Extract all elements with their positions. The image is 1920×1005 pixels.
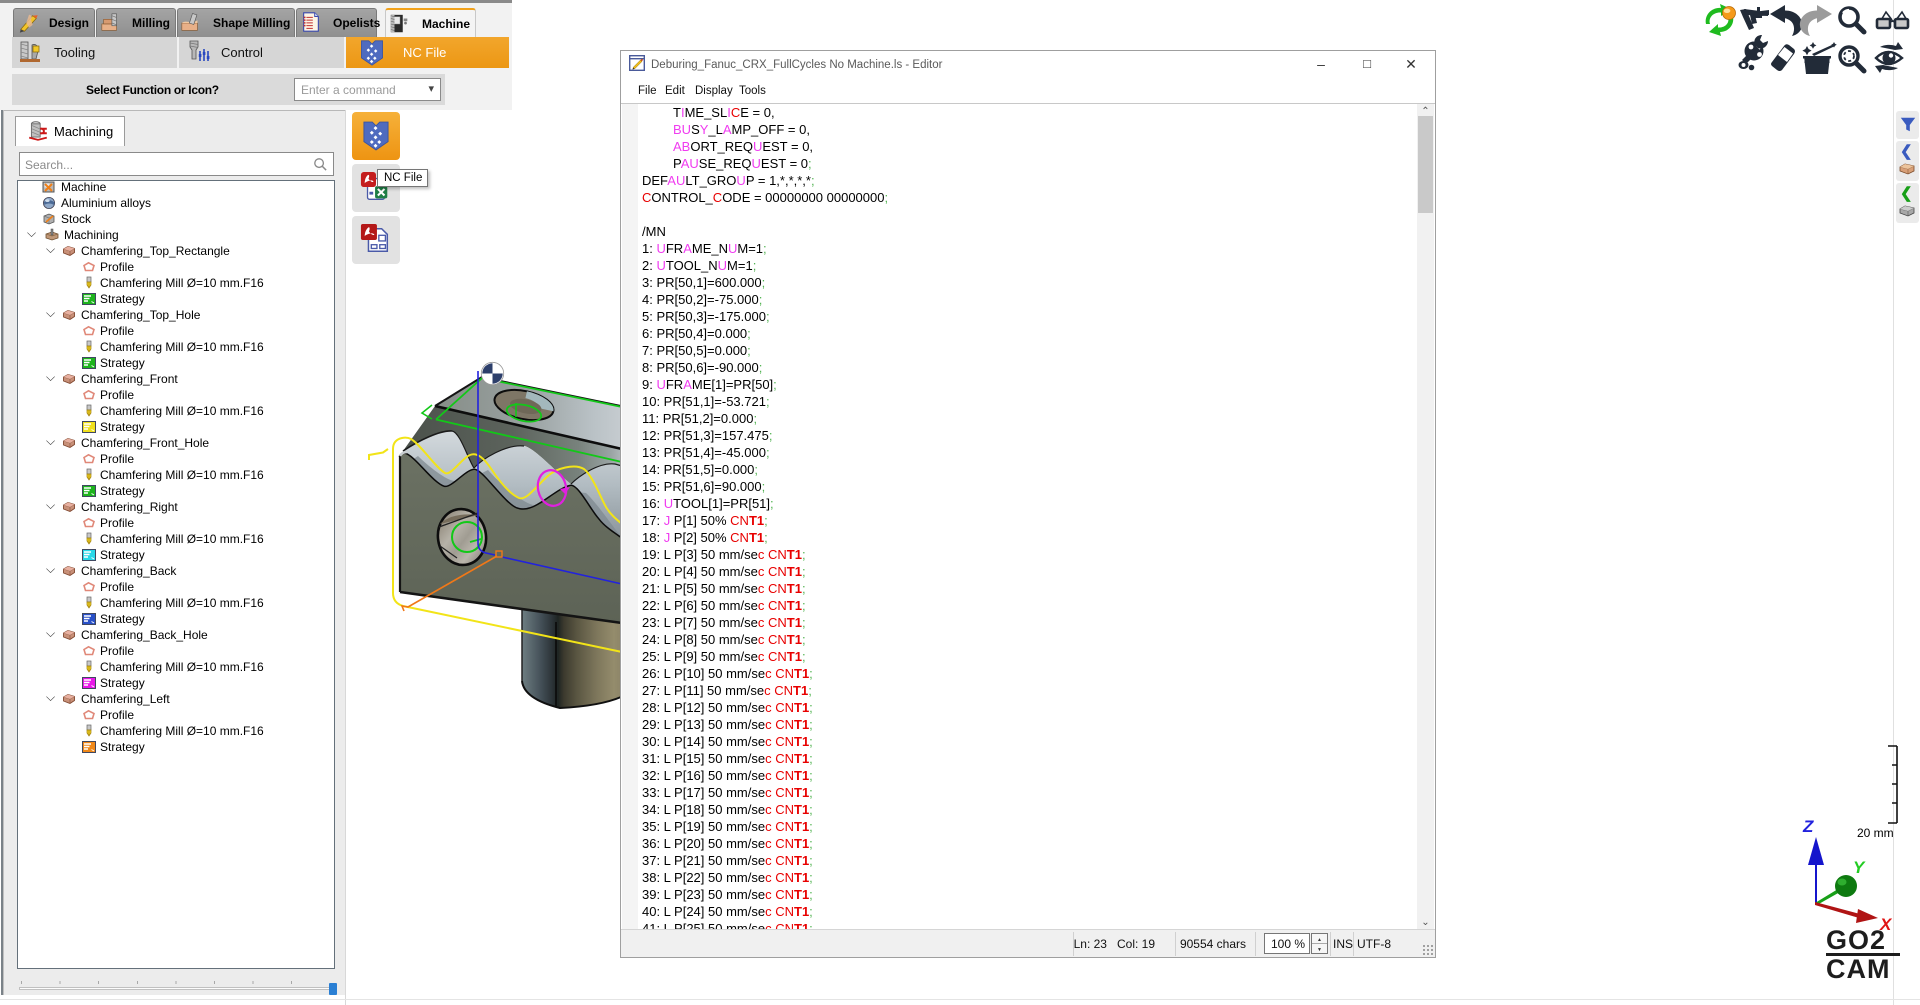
svg-text:Y: Y: [1853, 858, 1866, 877]
svg-text:Z: Z: [1802, 817, 1814, 836]
